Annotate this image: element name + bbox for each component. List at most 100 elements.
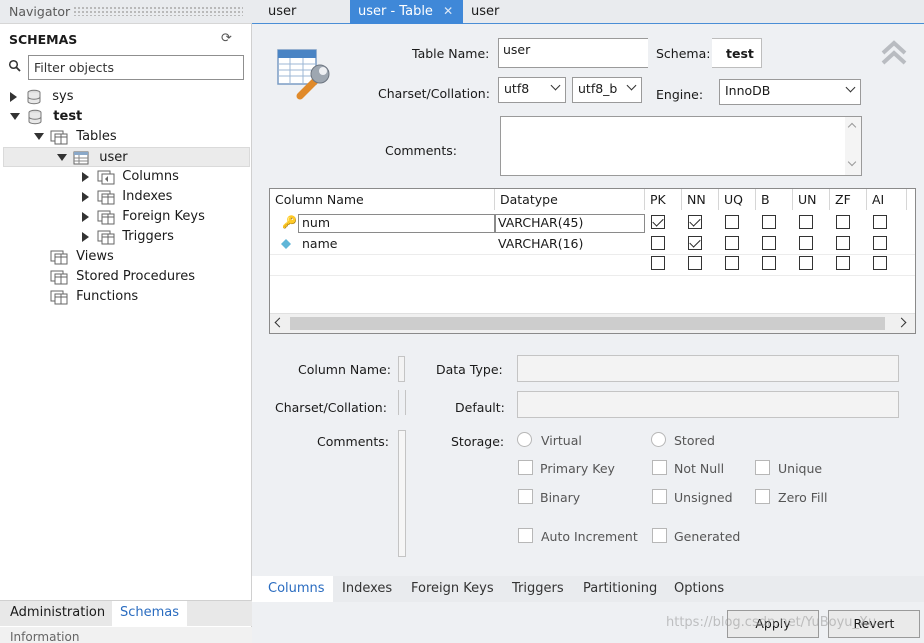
datatype-cell[interactable]: VARCHAR(45) bbox=[498, 213, 583, 233]
flag-checkbox[interactable] bbox=[799, 256, 813, 270]
tab-administration[interactable]: Administration bbox=[10, 605, 105, 620]
collapse-up-icon[interactable] bbox=[880, 40, 908, 66]
column-name-cell[interactable]: num bbox=[302, 213, 330, 233]
charset-select[interactable]: utf8 bbox=[498, 77, 566, 103]
tab-user-other[interactable]: user bbox=[463, 0, 507, 24]
expand-icon[interactable] bbox=[82, 191, 89, 202]
zero-fill-checkbox[interactable] bbox=[755, 489, 770, 504]
charset-detail-field[interactable] bbox=[398, 390, 406, 415]
flag-checkbox[interactable] bbox=[873, 256, 887, 270]
refresh-icon[interactable]: ⟳ bbox=[221, 31, 232, 46]
comments-scrollbar[interactable] bbox=[845, 117, 861, 175]
column-name-field[interactable] bbox=[398, 356, 405, 382]
not-null-checkbox[interactable] bbox=[652, 460, 667, 475]
close-icon[interactable]: ✕ bbox=[443, 4, 453, 18]
stored-radio[interactable] bbox=[651, 432, 666, 447]
scroll-up-icon[interactable] bbox=[847, 122, 857, 132]
expand-icon[interactable] bbox=[10, 91, 17, 102]
virtual-radio[interactable] bbox=[517, 432, 532, 447]
flag-checkbox[interactable] bbox=[688, 236, 702, 250]
header-uq[interactable]: UQ bbox=[719, 189, 756, 210]
header-nn[interactable]: NN bbox=[682, 189, 719, 210]
flag-checkbox[interactable] bbox=[762, 256, 776, 270]
tree-label-stored-procedures: Stored Procedures bbox=[76, 269, 195, 284]
flag-checkbox[interactable] bbox=[836, 236, 850, 250]
scroll-right-icon[interactable] bbox=[896, 317, 907, 328]
unique-checkbox[interactable] bbox=[755, 460, 770, 475]
flag-checkbox[interactable] bbox=[799, 236, 813, 250]
primary-key-checkbox[interactable] bbox=[518, 460, 533, 475]
flag-checkbox[interactable] bbox=[725, 256, 739, 270]
flag-checkbox[interactable] bbox=[799, 215, 813, 229]
flag-checkbox[interactable] bbox=[651, 256, 665, 270]
header-ai[interactable]: AI bbox=[867, 189, 907, 210]
header-un[interactable]: UN bbox=[793, 189, 830, 210]
collation-select[interactable]: utf8_b bbox=[572, 77, 642, 103]
tree-item-views[interactable]: Views bbox=[50, 247, 114, 267]
tree-item-user[interactable]: user bbox=[3, 147, 250, 167]
tree-item-triggers[interactable]: Triggers bbox=[82, 227, 174, 247]
tab-user-table[interactable]: user - Table ✕ bbox=[350, 0, 463, 24]
scrollbar-thumb[interactable] bbox=[290, 317, 885, 330]
flag-checkbox[interactable] bbox=[651, 215, 665, 229]
header-b[interactable]: B bbox=[756, 189, 793, 210]
tab-options[interactable]: Options bbox=[674, 581, 724, 596]
tab-columns[interactable]: Columns bbox=[252, 576, 333, 602]
not-null-label: Not Null bbox=[674, 461, 725, 476]
binary-checkbox[interactable] bbox=[518, 489, 533, 504]
auto-increment-checkbox[interactable] bbox=[518, 528, 533, 543]
expand-icon[interactable] bbox=[82, 211, 89, 222]
table-name-input[interactable]: user bbox=[498, 38, 648, 68]
tree-item-tables[interactable]: Tables bbox=[34, 127, 117, 147]
collapse-icon[interactable] bbox=[34, 133, 44, 140]
tab-user-query[interactable]: user bbox=[260, 0, 304, 24]
header-zf[interactable]: ZF bbox=[830, 189, 867, 210]
tab-schemas[interactable]: Schemas bbox=[112, 601, 188, 626]
table-comments-textarea[interactable] bbox=[500, 116, 862, 176]
header-column-name[interactable]: Column Name bbox=[270, 189, 495, 210]
expand-icon[interactable] bbox=[82, 231, 89, 242]
tree-item-functions[interactable]: Functions bbox=[50, 287, 138, 307]
tree-item-foreign-keys[interactable]: Foreign Keys bbox=[82, 207, 205, 227]
expand-icon[interactable] bbox=[82, 171, 89, 182]
tree-item-stored-procedures[interactable]: Stored Procedures bbox=[50, 267, 195, 287]
collapse-icon[interactable] bbox=[57, 154, 67, 161]
column-name-cell[interactable]: name bbox=[302, 234, 337, 254]
columns-grid[interactable]: Column Name Datatype PK NN UQ B UN ZF AI… bbox=[269, 188, 916, 334]
flag-checkbox[interactable] bbox=[725, 215, 739, 229]
tree-item-test[interactable]: test bbox=[10, 107, 82, 127]
flag-checkbox[interactable] bbox=[873, 215, 887, 229]
data-type-field[interactable] bbox=[517, 355, 899, 382]
flag-checkbox[interactable] bbox=[725, 236, 739, 250]
tab-partitioning[interactable]: Partitioning bbox=[583, 581, 657, 596]
grid-horizontal-scrollbar[interactable] bbox=[270, 313, 915, 333]
engine-select[interactable]: InnoDB bbox=[719, 79, 861, 105]
table-row[interactable]: 🔑 num VARCHAR(45) bbox=[270, 213, 915, 233]
flag-checkbox[interactable] bbox=[762, 215, 776, 229]
flag-checkbox[interactable] bbox=[688, 256, 702, 270]
tab-triggers[interactable]: Triggers bbox=[512, 581, 564, 596]
tree-item-columns[interactable]: Columns bbox=[82, 167, 179, 187]
flag-checkbox[interactable] bbox=[836, 256, 850, 270]
scroll-down-icon[interactable] bbox=[847, 157, 857, 167]
tab-indexes[interactable]: Indexes bbox=[342, 581, 392, 596]
default-field[interactable] bbox=[517, 391, 899, 418]
column-comments-field[interactable] bbox=[398, 430, 406, 557]
tab-foreign-keys[interactable]: Foreign Keys bbox=[411, 581, 494, 596]
datatype-cell[interactable]: VARCHAR(16) bbox=[498, 234, 583, 254]
table-row[interactable]: name VARCHAR(16) bbox=[270, 234, 915, 254]
header-datatype[interactable]: Datatype bbox=[495, 189, 645, 210]
tree-item-sys[interactable]: sys bbox=[10, 87, 74, 107]
flag-checkbox[interactable] bbox=[873, 236, 887, 250]
unsigned-checkbox[interactable] bbox=[652, 489, 667, 504]
filter-objects-input[interactable]: Filter objects bbox=[28, 55, 244, 80]
flag-checkbox[interactable] bbox=[651, 236, 665, 250]
flag-checkbox[interactable] bbox=[762, 236, 776, 250]
generated-checkbox[interactable] bbox=[652, 528, 667, 543]
header-pk[interactable]: PK bbox=[645, 189, 682, 210]
flag-checkbox[interactable] bbox=[836, 215, 850, 229]
scroll-left-icon[interactable] bbox=[274, 317, 285, 328]
collapse-icon[interactable] bbox=[10, 113, 20, 120]
flag-checkbox[interactable] bbox=[688, 215, 702, 229]
tree-item-indexes[interactable]: Indexes bbox=[82, 187, 172, 207]
